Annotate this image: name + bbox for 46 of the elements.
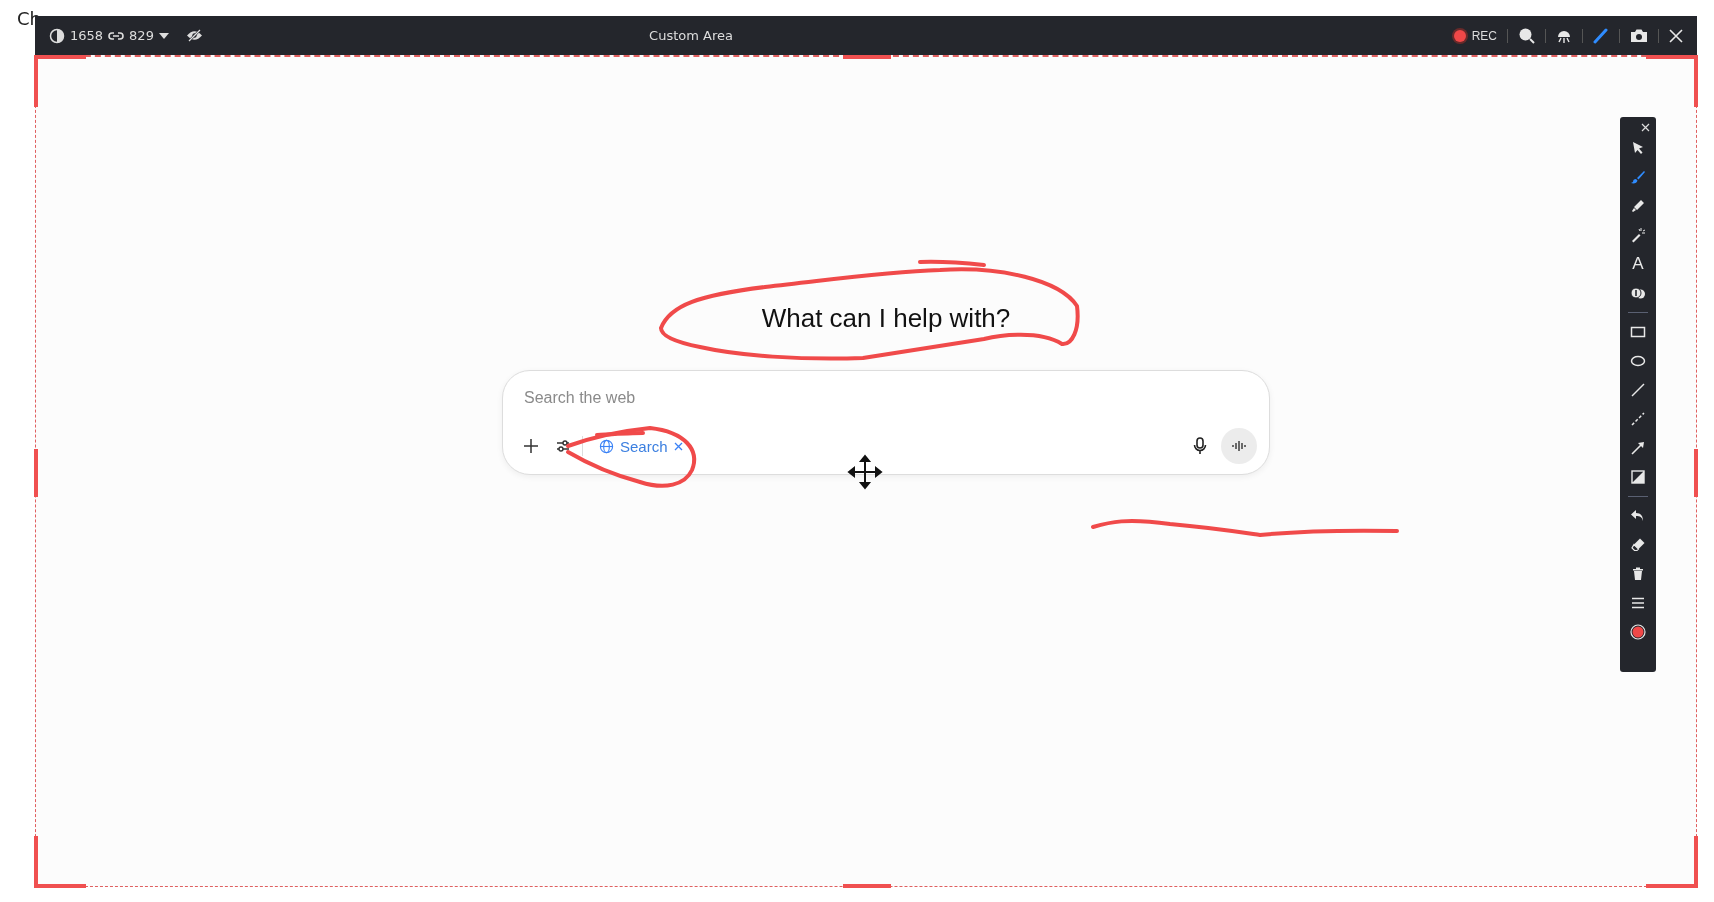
trash-icon[interactable] — [1630, 566, 1646, 582]
cursor-icon[interactable] — [1630, 140, 1646, 156]
record-dot-icon[interactable] — [1453, 29, 1466, 42]
width-value[interactable]: 1658 — [70, 28, 104, 43]
plus-icon[interactable] — [524, 439, 538, 453]
record-label[interactable]: REC — [1471, 28, 1497, 43]
sliders-icon[interactable] — [556, 439, 570, 453]
rectangle-icon[interactable] — [1630, 324, 1646, 340]
magnifier-icon[interactable] — [1518, 27, 1535, 44]
text-tool[interactable]: A — [1632, 256, 1644, 272]
ellipse-icon[interactable] — [1630, 353, 1646, 369]
resize-handle[interactable] — [1646, 836, 1698, 888]
waveform-icon — [1231, 440, 1247, 452]
resize-handle[interactable] — [843, 55, 891, 59]
eraser-icon[interactable] — [1630, 537, 1646, 553]
caret-icon[interactable] — [158, 32, 169, 39]
resize-handle[interactable] — [34, 449, 38, 497]
menu-icon[interactable] — [1630, 595, 1646, 611]
record-icon[interactable] — [1630, 624, 1646, 640]
pen-icon[interactable] — [1593, 27, 1609, 44]
microphone-icon[interactable] — [1193, 437, 1207, 455]
resize-handle[interactable] — [34, 55, 86, 107]
window-title: Custom Area — [649, 28, 733, 43]
magic-wand-icon[interactable] — [1630, 227, 1646, 243]
resize-handle[interactable] — [843, 884, 891, 888]
resize-handle[interactable] — [1646, 55, 1698, 107]
camera-icon[interactable] — [1630, 28, 1648, 43]
voice-button[interactable] — [1221, 428, 1257, 464]
dashed-line-icon[interactable] — [1630, 411, 1646, 427]
globe-icon — [599, 438, 614, 454]
marker-icon[interactable] — [1630, 198, 1646, 214]
mosaic-icon[interactable] — [1630, 469, 1646, 485]
move-cursor-icon — [848, 455, 882, 489]
number-marker-icon[interactable] — [1630, 285, 1646, 301]
heading: What can I help with? — [761, 303, 1011, 334]
arrow-icon[interactable] — [1630, 440, 1646, 456]
contrast-icon[interactable] — [49, 27, 65, 44]
resize-handle[interactable] — [34, 836, 86, 888]
link-icon[interactable] — [108, 30, 125, 41]
search-input[interactable]: Search the web — [524, 385, 1257, 411]
hidden-eye-icon[interactable] — [185, 29, 203, 42]
resize-handle[interactable] — [1694, 449, 1698, 497]
brush-icon[interactable] — [1630, 169, 1646, 185]
search-chip[interactable]: Search — [593, 433, 689, 459]
line-icon[interactable] — [1630, 382, 1646, 398]
height-value[interactable]: 829 — [129, 28, 154, 43]
